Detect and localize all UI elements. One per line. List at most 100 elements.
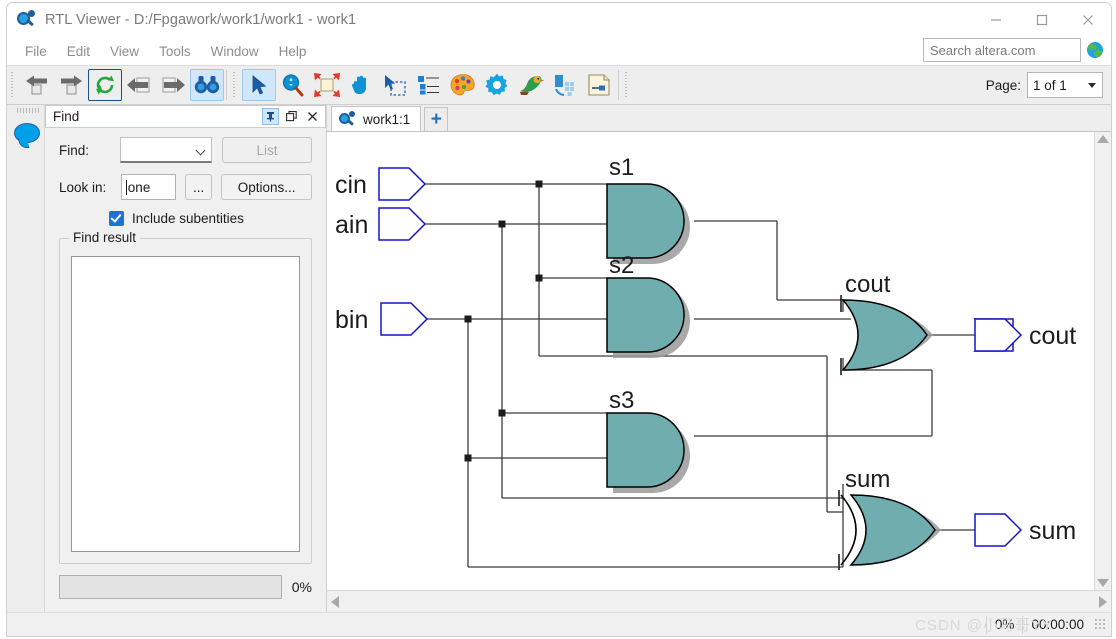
output-port-sum: sum — [974, 513, 1076, 547]
fit-in-window-icon[interactable] — [310, 69, 344, 101]
bird-probe-icon[interactable] — [514, 69, 548, 101]
status-elapsed-time: 00:00:00 — [1022, 615, 1092, 634]
speech-bubble-icon[interactable] — [14, 123, 40, 147]
previous-page-icon[interactable] — [122, 69, 156, 101]
toolbar-grip-3[interactable] — [624, 72, 631, 98]
menu-bar: File Edit View Tools Window Help Search … — [7, 37, 1111, 65]
input-port-cin: cin — [335, 167, 427, 201]
canvas-horizontal-scrollbar[interactable] — [327, 590, 1111, 612]
menu-item-help[interactable]: Help — [269, 41, 317, 62]
menu-item-file[interactable]: File — [15, 41, 57, 62]
title-bar: RTL Viewer - D:/Fpgawork/work1/work1 - w… — [7, 3, 1111, 37]
find-progress-bar — [59, 575, 282, 599]
input-port-ain: ain — [335, 207, 427, 241]
chevron-down-icon — [1088, 83, 1096, 88]
menu-item-window[interactable]: Window — [201, 41, 269, 62]
find-progress-percent: 0% — [291, 579, 312, 595]
zoom-tool-icon[interactable] — [276, 69, 310, 101]
include-subentities-row[interactable]: Include subentities — [59, 211, 312, 226]
find-progress-row: 0% — [59, 575, 312, 599]
app-icon — [17, 10, 37, 30]
canvas-vertical-scrollbar[interactable] — [1094, 132, 1111, 590]
scroll-left-icon[interactable] — [331, 595, 339, 608]
page-select-value: 1 of 1 — [1033, 77, 1067, 93]
and-gate-s1: s1 — [606, 154, 690, 264]
settings-gear-icon[interactable] — [480, 69, 514, 101]
and-gate-s2: s2 — [606, 252, 690, 358]
page-label: Page: — [985, 77, 1021, 93]
svg-text:cin: cin — [335, 171, 367, 199]
window-title: RTL Viewer - D:/Fpgawork/work1/work1 - w… — [45, 12, 357, 28]
canvas-wrapper: cin ain bin s1 s2 s3 cout sum cout sum — [327, 131, 1111, 590]
resize-grip[interactable] — [1095, 618, 1107, 631]
xor-gate-sum: sum — [838, 466, 941, 570]
refresh-icon[interactable] — [88, 69, 122, 101]
menu-item-view[interactable]: View — [100, 41, 149, 62]
toolbar-separator-2 — [618, 70, 619, 100]
list-button[interactable]: List — [222, 137, 312, 163]
hand-pan-icon[interactable] — [344, 69, 378, 101]
find-combo[interactable] — [120, 137, 213, 163]
rubber-band-select-icon[interactable] — [378, 69, 412, 101]
chevron-down-icon — [195, 145, 206, 156]
find-panel: Find Find: List Look in: one ... Options… — [45, 105, 327, 612]
find-result-list[interactable] — [71, 256, 300, 552]
rail-grip[interactable] — [17, 108, 39, 113]
menu-item-edit[interactable]: Edit — [57, 41, 100, 62]
search-input[interactable]: Search altera.com — [923, 38, 1081, 62]
input-port-bin: bin — [335, 302, 429, 336]
canvas-area: work1:1 + cin ain bin s1 s2 s3 cout sum … — [327, 105, 1111, 612]
rtl-viewer-tab-icon — [339, 111, 356, 127]
find-binoculars-icon[interactable] — [190, 69, 224, 101]
close-panel-icon[interactable] — [304, 108, 321, 125]
include-subentities-checkbox[interactable] — [109, 211, 124, 226]
svg-text:sum: sum — [1029, 517, 1076, 545]
partition-icon[interactable] — [548, 69, 582, 101]
find-result-label: Find result — [69, 230, 141, 245]
options-button[interactable]: Options... — [221, 174, 312, 200]
netlist-viewer-icon[interactable] — [582, 69, 616, 101]
hierarchy-list-icon[interactable] — [412, 69, 446, 101]
toolbar-grip-1[interactable] — [10, 72, 17, 98]
float-icon[interactable] — [283, 108, 300, 125]
search-area: Search altera.com — [923, 38, 1103, 62]
menu-item-tools[interactable]: Tools — [149, 41, 201, 62]
main-body: Find Find: List Look in: one ... Options… — [7, 105, 1111, 612]
scroll-up-icon[interactable] — [1097, 135, 1109, 143]
page-selector-area: Page: 1 of 1 — [986, 72, 1103, 98]
scroll-right-icon[interactable] — [1099, 595, 1107, 608]
globe-icon[interactable] — [1087, 42, 1103, 58]
find-form: Find: List Look in: one ... Options... I… — [45, 128, 326, 238]
wire-junction-dots — [464, 180, 543, 462]
back-to-parent-icon[interactable] — [20, 69, 54, 101]
schematic-canvas[interactable]: cin ain bin s1 s2 s3 cout sum cout sum — [327, 132, 1094, 590]
or-gate-cout: cout — [840, 271, 933, 375]
look-in-row: Look in: one ... Options... — [59, 174, 312, 200]
left-rail — [7, 105, 45, 612]
forward-to-child-icon[interactable] — [54, 69, 88, 101]
select-arrow-icon[interactable] — [242, 69, 276, 101]
tab-work1-1[interactable]: work1:1 — [331, 106, 422, 131]
page-select[interactable]: 1 of 1 — [1027, 72, 1103, 98]
svg-text:ain: ain — [335, 211, 368, 239]
toolbar-separator-1 — [226, 70, 227, 100]
toolbar: Page: 1 of 1 — [7, 65, 1111, 105]
svg-text:cout: cout — [1029, 322, 1076, 350]
minimize-icon[interactable] — [973, 3, 1019, 37]
rtl-viewer-window: RTL Viewer - D:/Fpgawork/work1/work1 - w… — [6, 2, 1112, 637]
and-gate-s3: s3 — [606, 387, 690, 493]
find-panel-title: Find — [53, 109, 80, 124]
look-in-label: Look in: — [59, 179, 107, 195]
text-cursor — [125, 179, 127, 195]
browse-button[interactable]: ... — [185, 174, 213, 200]
toolbar-grip-2[interactable] — [232, 72, 239, 98]
close-icon[interactable] — [1065, 3, 1111, 37]
look-in-input[interactable]: one — [120, 174, 177, 200]
scroll-down-icon[interactable] — [1097, 579, 1109, 587]
pin-icon[interactable] — [262, 108, 279, 125]
svg-text:s1: s1 — [609, 154, 634, 181]
maximize-icon[interactable] — [1019, 3, 1065, 37]
next-page-icon[interactable] — [156, 69, 190, 101]
color-palette-icon[interactable] — [446, 69, 480, 101]
add-tab-button[interactable]: + — [424, 107, 449, 131]
